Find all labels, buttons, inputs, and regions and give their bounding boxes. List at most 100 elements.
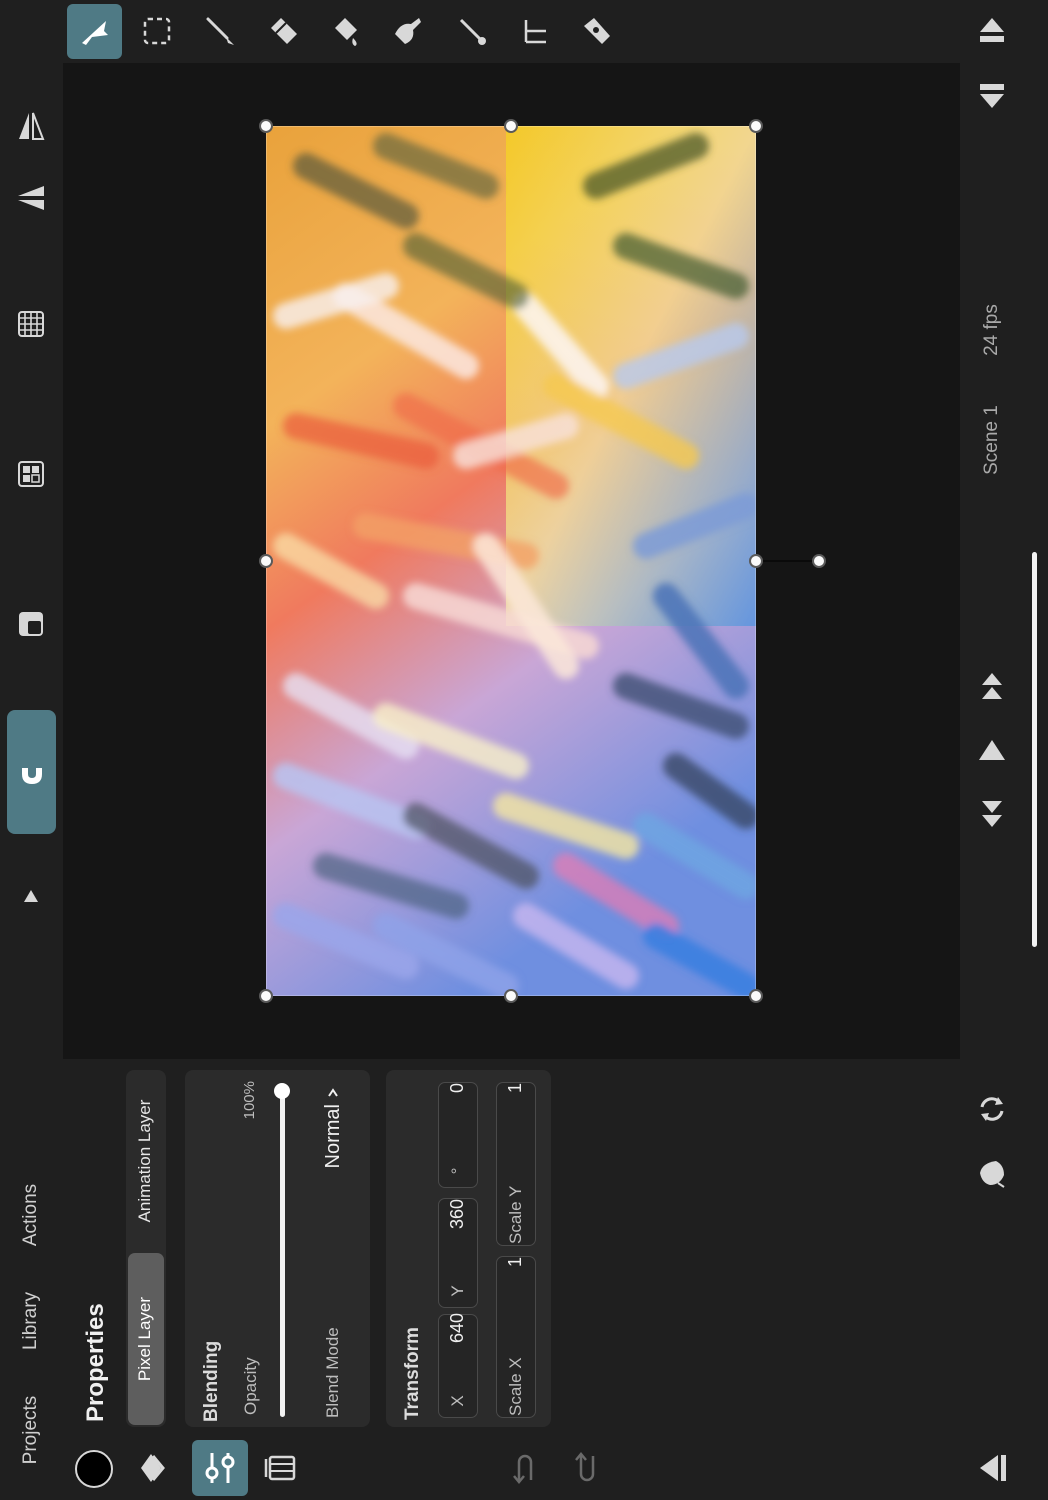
rotation-value: 0	[447, 1083, 467, 1094]
loop-icon	[980, 1097, 1004, 1121]
pen-tool-button[interactable]	[575, 6, 619, 56]
resize-handle-top-left[interactable]	[259, 119, 273, 133]
double-arrow-up-icon	[982, 673, 1002, 699]
sliders-icon	[205, 1453, 235, 1483]
properties-panel: Properties Pixel Layer Animation Layer B…	[63, 1060, 960, 1436]
scale-y-value: 1	[505, 1083, 525, 1094]
redo-icon	[575, 1452, 595, 1482]
triangle-up-icon	[24, 890, 38, 902]
brush-icon	[206, 17, 234, 45]
properties-title-wrap: Properties	[77, 1292, 113, 1422]
fill-icon	[335, 18, 357, 46]
x-label: X	[448, 1395, 467, 1407]
blend-mode-label-wrap: Blend Mode	[320, 1310, 346, 1418]
fill-tool-button[interactable]	[324, 6, 368, 56]
arrow-select-icon	[81, 20, 108, 45]
fps-indicator[interactable]: 24 fps	[972, 290, 1012, 370]
x-field[interactable]: X 640	[438, 1313, 478, 1418]
color-picker-tool-button[interactable]	[450, 6, 494, 56]
opacity-label: Opacity	[241, 1357, 260, 1415]
timeline-button[interactable]	[259, 1444, 303, 1492]
blend-mode-dropdown[interactable]: Normal	[318, 1084, 348, 1184]
move-up-button[interactable]	[972, 730, 1012, 770]
resize-handle-bottom-right[interactable]	[749, 989, 763, 1003]
y-label: Y	[448, 1285, 467, 1297]
resize-handle-top[interactable]	[504, 119, 518, 133]
scale-x-value: 1	[505, 1257, 525, 1268]
nav-actions-label: Actions	[20, 1183, 41, 1247]
timeline-scrollbar[interactable]	[1032, 552, 1037, 947]
opacity-value: 100%	[241, 1081, 258, 1120]
opacity-slider-thumb[interactable]	[274, 1083, 290, 1099]
selection-box[interactable]	[266, 126, 756, 996]
blending-section: Blending Opacity 100% Blend Mode Normal	[185, 1070, 370, 1427]
nav-library[interactable]: Library	[7, 1278, 55, 1364]
flip-horizontal-button[interactable]	[10, 104, 52, 148]
chevron-right-icon	[324, 1084, 342, 1102]
resize-handle-left[interactable]	[259, 554, 273, 568]
selection-tool-button[interactable]	[135, 6, 179, 56]
smudge-tool-button[interactable]	[386, 6, 430, 56]
nav-actions[interactable]: Actions	[7, 1170, 55, 1260]
tab-pixel-layer[interactable]: Pixel Layer	[128, 1253, 164, 1425]
undo-icon	[513, 1454, 533, 1484]
move-up-fast-button[interactable]	[972, 666, 1012, 708]
arrange-bottom-icon	[980, 84, 1004, 108]
double-arrow-down-icon	[982, 801, 1002, 827]
tab-animation-layer[interactable]: Animation Layer	[128, 1072, 164, 1250]
scale-y-label: Scale Y	[506, 1185, 525, 1244]
onion-skin-button[interactable]	[972, 1152, 1012, 1194]
y-field[interactable]: Y 360	[438, 1198, 478, 1308]
rotation-handle[interactable]	[812, 554, 826, 568]
loop-button[interactable]	[972, 1088, 1012, 1130]
move-to-top-button[interactable]	[970, 8, 1014, 52]
arrange-top-icon	[980, 18, 1004, 42]
mask-button[interactable]	[10, 602, 52, 646]
measure-tool-button[interactable]	[513, 6, 557, 56]
eyedropper-icon	[459, 18, 486, 45]
grid-button[interactable]	[10, 302, 52, 346]
blending-title: Blending	[201, 1340, 222, 1422]
rotation-handle-line	[756, 560, 819, 562]
rotation-unit: °	[448, 1167, 467, 1175]
magnet-icon	[21, 764, 42, 784]
resize-handle-bottom[interactable]	[504, 989, 518, 1003]
flip-horizontal-icon	[19, 112, 45, 140]
scale-x-field[interactable]: Scale X 1	[496, 1256, 536, 1418]
bottom-toolbar	[0, 1436, 1048, 1500]
properties-button[interactable]	[192, 1440, 248, 1496]
redo-button[interactable]	[568, 1444, 604, 1492]
tab-pixel-layer-label: Pixel Layer	[135, 1296, 154, 1382]
flip-vertical-icon	[18, 186, 44, 210]
scene-label: Scene 1	[981, 405, 1002, 475]
fps-label: 24 fps	[981, 304, 1002, 356]
move-down-fast-button[interactable]	[972, 792, 1012, 834]
flip-vertical-button[interactable]	[10, 176, 52, 220]
transform-title-wrap: Transform	[398, 1310, 428, 1420]
layers-button[interactable]	[135, 1444, 179, 1492]
blend-mode-value: Normal	[322, 1104, 344, 1169]
snapping-grid-button[interactable]	[10, 452, 52, 496]
move-tool-button[interactable]	[67, 4, 122, 59]
undo-button[interactable]	[506, 1444, 542, 1492]
rotation-field[interactable]: ° 0	[438, 1082, 478, 1188]
resize-handle-bottom-left[interactable]	[259, 989, 273, 1003]
eraser-tool-button[interactable]	[262, 6, 306, 56]
opacity-slider-fill	[280, 1090, 285, 1417]
blend-mode-label: Blend Mode	[323, 1327, 342, 1418]
resize-handle-top-right[interactable]	[749, 119, 763, 133]
scene-indicator[interactable]: Scene 1	[972, 392, 1012, 488]
collapse-timeline-button[interactable]	[970, 1446, 1014, 1490]
resize-handle-right[interactable]	[749, 554, 763, 568]
pen-icon	[584, 18, 610, 44]
eraser-icon	[271, 18, 297, 44]
top-toolbar	[0, 0, 1048, 63]
onion-skin-icon	[980, 1161, 1005, 1188]
nav-library-label: Library	[20, 1291, 41, 1351]
primary-color-swatch[interactable]	[75, 1450, 113, 1488]
move-to-bottom-button[interactable]	[970, 74, 1014, 118]
expand-sidebar-button[interactable]	[18, 884, 44, 908]
brush-tool-button[interactable]	[198, 6, 242, 56]
snapping-magnet-button[interactable]	[7, 710, 56, 834]
scale-y-field[interactable]: Scale Y 1	[496, 1082, 536, 1246]
